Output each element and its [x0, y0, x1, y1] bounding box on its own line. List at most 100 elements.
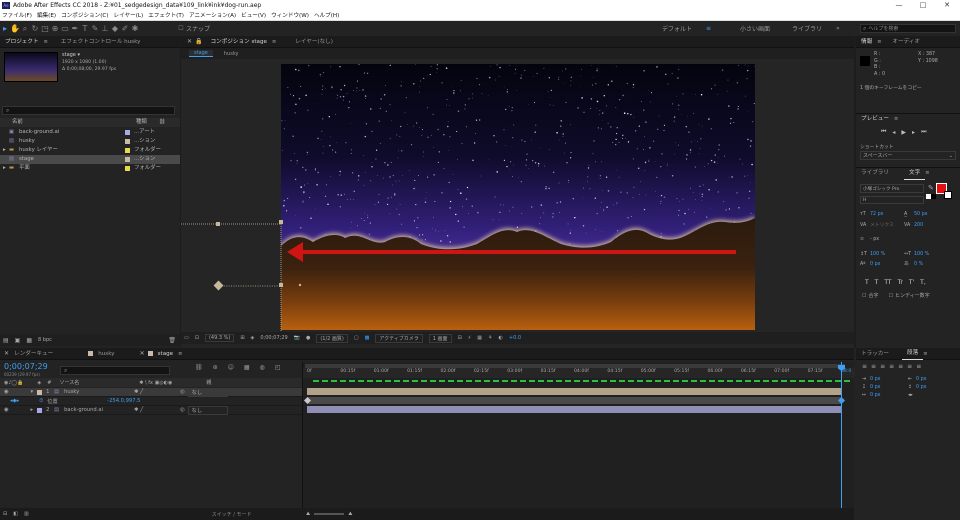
layer-switches[interactable]: ✱ ╱ [134, 407, 174, 413]
rotate-tool-icon[interactable]: ↻ [30, 23, 40, 34]
exposure-icon[interactable]: ◐ [499, 335, 503, 341]
layer-switches-icon[interactable]: ⊟ [3, 511, 7, 517]
fast-preview-icon[interactable]: ⚡ [468, 335, 472, 341]
menu-item-3[interactable]: レイヤー(L) [114, 11, 144, 19]
indent-left-value[interactable]: 0 px [870, 376, 908, 384]
tsume-value[interactable]: 0 % [914, 260, 923, 271]
workspace-library[interactable]: ライブラリ [792, 24, 822, 33]
source-name-column[interactable]: ソース名 [59, 379, 79, 386]
black-swatch[interactable] [931, 194, 936, 199]
shortcut-dropdown[interactable]: スペースバー ⌄ [860, 151, 956, 160]
first-indent-value[interactable]: 0 px [870, 392, 908, 400]
justify-center-icon[interactable]: ≡ [898, 363, 903, 370]
resolution-dropdown[interactable]: (1/2 画質) [316, 333, 348, 343]
in-out-icon[interactable]: ▥ [24, 511, 29, 517]
panel-menu-icon[interactable]: ≡ [925, 170, 929, 176]
justify-left-icon[interactable]: ≡ [889, 363, 894, 370]
panel-menu-icon[interactable]: ≡ [923, 351, 927, 357]
layer-row[interactable]: ◉ ▸ 2 ▤ back-ground.ai ✱ ╱ ◎ なし [0, 405, 302, 415]
column-name[interactable]: 名前 [12, 118, 122, 127]
shy-icon[interactable]: ☺ [228, 364, 234, 371]
project-search-input[interactable]: ⌕ [2, 106, 175, 115]
menu-item-6[interactable]: ビュー(V) [241, 11, 266, 19]
draft-3d-icon[interactable]: ⊛ [213, 364, 218, 371]
eyedropper-icon[interactable]: ✎ [928, 184, 934, 192]
keyframe-handle[interactable] [213, 280, 224, 291]
minimize-button[interactable]: — [888, 0, 910, 10]
vertical-scale-value[interactable]: 100 % [870, 250, 904, 261]
tab-effect-controls[interactable]: エフェクトコントロール husky [56, 36, 146, 48]
first-frame-icon[interactable]: ⏮ [881, 128, 886, 136]
zoom-in-icon[interactable]: ⛰ [348, 511, 352, 517]
workspace-default[interactable]: デフォルト [662, 24, 692, 33]
ligature-checkbox[interactable]: ☐ [862, 293, 866, 299]
panel-close-icon[interactable]: ✕ [187, 38, 192, 45]
parent-dropdown[interactable]: なし [187, 387, 228, 397]
indent-right-value[interactable]: 0 px [916, 376, 926, 384]
layer-row[interactable]: ◉ ▾ 1 ▤ husky ✱ ╱ ◎ なし [0, 387, 302, 397]
leading-value[interactable]: 50 px [914, 210, 928, 221]
tab-render-queue[interactable]: レンダーキュー [9, 348, 58, 360]
selection-tool-icon[interactable]: ▸ [0, 23, 10, 34]
anchor-handle[interactable] [216, 222, 220, 226]
rectangle-tool-icon[interactable]: ▭ [60, 23, 70, 34]
font-style-dropdown[interactable]: H [860, 196, 924, 204]
expand-icon[interactable]: ▾ [31, 389, 34, 395]
horizontal-scale-value[interactable]: 100 % [914, 250, 929, 261]
text-style-button[interactable]: Tr [898, 279, 903, 286]
preview-title[interactable]: プレビュー [856, 113, 894, 125]
panel-menu-icon[interactable]: ≡ [44, 39, 48, 45]
project-item[interactable]: ▣ back-ground.ai ...アート [0, 128, 180, 137]
kerning-value[interactable]: メトリクス [870, 221, 904, 232]
project-item[interactable]: ▤ stage ...ション [0, 155, 180, 164]
layer-name[interactable]: husky [64, 389, 134, 395]
panel-menu-icon[interactable]: ≡ [272, 39, 276, 45]
type-tool-icon[interactable]: T [80, 23, 90, 34]
time-ruler[interactable]: 0f 00:15f 01:00f 01:15f 02:00f 02:15f 03:00f 03… [303, 368, 855, 378]
background-layer-bar[interactable] [307, 406, 841, 413]
layer-label-color[interactable] [37, 389, 43, 395]
menu-item-7[interactable]: ウィンドウ(W) [271, 11, 309, 19]
hindi-digits-checkbox[interactable]: ☐ [889, 293, 893, 299]
tab-stage[interactable]: stage [153, 348, 179, 360]
tab-libraries[interactable]: ライブラリ [856, 167, 894, 179]
justify-all-icon[interactable]: ≡ [916, 363, 921, 370]
exposure-value[interactable]: +0.0 [509, 335, 521, 341]
snap-checkbox[interactable]: ☐ [176, 23, 186, 34]
text-style-button[interactable]: T, [920, 279, 926, 286]
visibility-eye-icon[interactable]: ◉ [4, 407, 9, 413]
panel-menu-icon[interactable]: ≡ [894, 116, 898, 122]
stroke-width-value[interactable]: - px [870, 235, 904, 246]
parent-column[interactable]: 親 [206, 379, 211, 386]
camera-dropdown[interactable]: アクティブカメラ [375, 333, 423, 343]
workspace-more-icon[interactable]: » [836, 25, 840, 32]
pickwhip-icon[interactable]: ◎ [180, 407, 185, 413]
roi-icon[interactable]: ▢ [354, 335, 359, 341]
close-button[interactable]: ✕ [936, 0, 958, 10]
layer-edge-handle[interactable] [279, 283, 283, 287]
text-style-button[interactable]: T [875, 279, 879, 286]
hand-tool-icon[interactable]: ✋ [10, 23, 20, 34]
font-family-dropdown[interactable]: 小塚ゴシック Pro [860, 184, 924, 193]
stroke-color-swatch[interactable] [944, 191, 952, 199]
tab-paragraph[interactable]: 段落 [901, 347, 924, 360]
grid-icon[interactable]: ⊞ [240, 335, 244, 341]
pan-behind-tool-icon[interactable]: ⊕ [50, 23, 60, 34]
next-frame-icon[interactable]: ▸ [912, 129, 915, 136]
align-left-icon[interactable]: ≡ [862, 363, 867, 370]
always-preview-icon[interactable]: ▭ [184, 335, 189, 341]
keyframe-nav-icon[interactable]: ◂◆▸ [10, 398, 19, 404]
lock-icon[interactable]: 🔒 [195, 38, 202, 45]
text-style-button[interactable]: T [865, 279, 869, 286]
viewer-timecode[interactable]: 0;00;07;29 [260, 335, 287, 341]
project-item[interactable]: ▸ ▬ 平面 フォルダー [0, 164, 180, 173]
project-item[interactable]: ▸ ▬ husky レイヤー フォルダー [0, 146, 180, 155]
maximize-button[interactable]: □ [912, 0, 934, 10]
tab-husky[interactable]: husky [93, 348, 119, 360]
layer-switches[interactable]: ✱ ╱ [134, 389, 174, 395]
husky-layer-bar[interactable] [307, 388, 841, 395]
expand-icon[interactable]: ▸ [31, 407, 34, 413]
puppet-tool-icon[interactable]: ✱ [130, 23, 140, 34]
column-type[interactable]: 種類 [136, 118, 147, 127]
help-search-box[interactable]: ⌕ ヘルプを検索 [860, 24, 956, 33]
